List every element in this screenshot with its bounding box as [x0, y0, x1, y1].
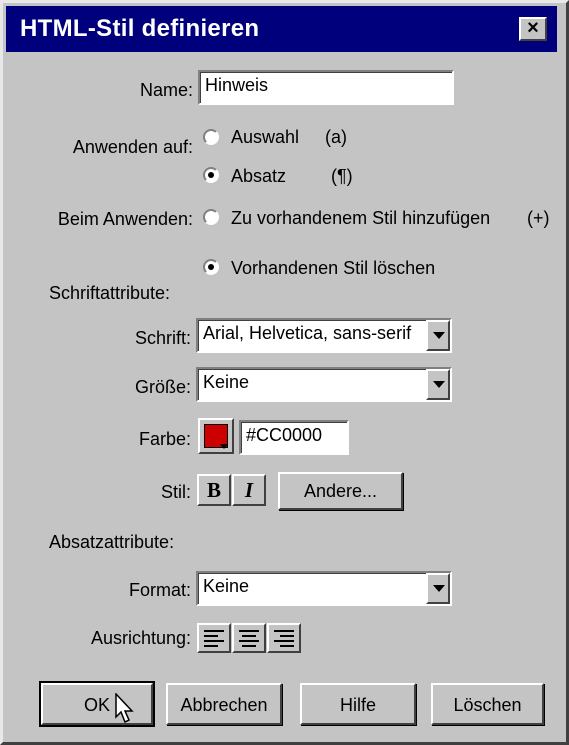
radio-selection-shortcut: (a)	[325, 127, 347, 147]
dialog-title: HTML-Stil definieren	[20, 15, 260, 42]
delete-button[interactable]: Löschen	[431, 683, 544, 725]
align-left-button[interactable]	[197, 623, 231, 653]
on-apply-label: Beim Anwenden:	[57, 209, 193, 229]
format-select-value: Keine	[203, 576, 250, 596]
size-select-value: Keine	[203, 372, 250, 392]
name-input[interactable]: Hinweis	[198, 70, 454, 105]
help-button[interactable]: Hilfe	[300, 683, 416, 725]
font-select[interactable]: Arial, Helvetica, sans-serif	[196, 318, 452, 353]
style-label: Stil:	[160, 482, 191, 502]
title-bar[interactable]: HTML-Stil definieren ×	[6, 6, 557, 52]
size-select[interactable]: Keine	[196, 367, 452, 402]
format-select[interactable]: Keine	[196, 571, 452, 606]
radio-selection[interactable]	[203, 129, 219, 145]
color-picker-button[interactable]	[198, 418, 234, 454]
font-attributes-heading: Schriftattribute:	[49, 283, 171, 303]
radio-add-to-existing[interactable]	[203, 209, 219, 225]
name-input-value: Hinweis	[205, 75, 269, 95]
color-label: Farbe:	[138, 429, 191, 449]
delete-button-label: Löschen	[453, 695, 522, 715]
mouse-cursor-icon	[115, 693, 134, 724]
font-label: Schrift:	[134, 328, 191, 348]
apply-to-label: Anwenden auf:	[72, 137, 193, 157]
bold-icon: B	[206, 478, 221, 502]
name-label: Name:	[139, 80, 193, 100]
other-style-button-label: Andere...	[303, 481, 378, 501]
radio-selection-label[interactable]: Auswahl	[231, 127, 299, 148]
format-label: Format:	[128, 580, 191, 600]
radio-paragraph[interactable]	[203, 167, 219, 183]
radio-clear-existing[interactable]	[203, 259, 219, 275]
italic-button[interactable]: I	[232, 474, 266, 506]
color-hex-value: #CC0000	[246, 425, 323, 445]
help-button-label: Hilfe	[339, 695, 376, 715]
cancel-button[interactable]: Abbrechen	[166, 683, 282, 725]
italic-icon: I	[244, 478, 254, 502]
color-hex-input[interactable]: #CC0000	[239, 420, 349, 455]
radio-clear-existing-label[interactable]: Vorhandenen Stil löschen	[231, 258, 435, 279]
close-button[interactable]: ×	[519, 17, 547, 41]
other-style-button[interactable]: Andere...	[278, 472, 403, 510]
font-select-value: Arial, Helvetica, sans-serif	[203, 323, 412, 343]
align-center-button[interactable]	[232, 623, 266, 653]
bold-button[interactable]: B	[197, 474, 231, 506]
color-arrow-icon	[220, 444, 228, 449]
size-dropdown-arrow-icon[interactable]	[426, 369, 450, 400]
radio-paragraph-label[interactable]: Absatz	[231, 166, 286, 187]
font-dropdown-arrow-icon[interactable]	[426, 320, 450, 351]
radio-add-to-existing-label[interactable]: Zu vorhandenem Stil hinzufügen	[231, 208, 490, 229]
size-label: Größe:	[134, 377, 191, 397]
align-right-button[interactable]	[267, 623, 301, 653]
radio-add-to-existing-shortcut: (+)	[527, 208, 550, 228]
cancel-button-label: Abbrechen	[180, 695, 268, 715]
dialog-window: HTML-Stil definieren × Name: Hinweis Anw…	[0, 0, 569, 745]
radio-paragraph-shortcut: (¶)	[331, 166, 353, 186]
paragraph-attributes-heading: Absatzattribute:	[49, 532, 175, 552]
format-dropdown-arrow-icon[interactable]	[426, 573, 450, 604]
alignment-label: Ausrichtung:	[90, 628, 191, 648]
